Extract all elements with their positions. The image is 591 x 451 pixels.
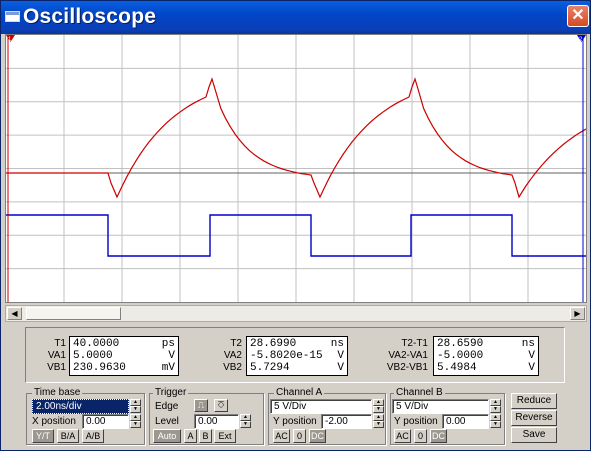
va2-unit: V xyxy=(337,350,344,362)
channel-a-zero-button[interactable]: 0 xyxy=(293,429,306,443)
t21-unit: ns xyxy=(521,338,535,350)
xpos-field[interactable]: 0.00 xyxy=(82,414,129,429)
xpos-spinner[interactable]: ▲ ▼ xyxy=(130,414,141,429)
reduce-button[interactable]: Reduce xyxy=(511,393,557,409)
scope-display: 1 2 xyxy=(6,35,587,302)
scroll-thumb[interactable] xyxy=(26,307,121,320)
readout-t2-box: 28.6990 ns -5.8020e-15 V 5.7294 V xyxy=(246,336,348,376)
spin-up-icon[interactable]: ▲ xyxy=(373,399,384,406)
spin-down-icon[interactable]: ▼ xyxy=(130,421,141,428)
va1-value: 5.0000 xyxy=(73,350,113,362)
spin-up-icon[interactable]: ▲ xyxy=(490,399,501,406)
t2-unit: ns xyxy=(330,338,344,350)
spin-down-icon[interactable]: ▼ xyxy=(490,406,501,413)
edge-label: Edge xyxy=(155,401,179,412)
mode-ab-button[interactable]: A/B xyxy=(82,429,104,443)
channel-b-ypos-field[interactable]: 0.00 xyxy=(442,414,489,429)
window-title: Oscilloscope xyxy=(23,5,157,28)
va21-value: -5.0000 xyxy=(437,350,484,362)
level-label: Level xyxy=(155,416,179,427)
falling-edge-icon[interactable]: ⎏ xyxy=(214,399,228,412)
oscilloscope-window: Oscilloscope ✕ 1 2 ◀ ▶ T1 VA1 VB1 40.000… xyxy=(0,0,591,451)
va2-value: -5.8020e-15 xyxy=(250,350,323,362)
scroll-left-arrow-icon[interactable]: ◀ xyxy=(7,307,22,320)
readout-panel: T1 VA1 VB1 40.0000 ps 5.0000 V 230.9630 mV … xyxy=(25,327,565,383)
va1-unit: V xyxy=(168,350,175,362)
channel-b-dc-button[interactable]: DC xyxy=(430,429,447,443)
vb21-label: VB2-VB1 xyxy=(386,362,428,373)
t2-label: T2 xyxy=(230,338,242,349)
spin-up-icon[interactable]: ▲ xyxy=(240,414,251,421)
scroll-right-arrow-icon[interactable]: ▶ xyxy=(570,307,585,320)
vb1-value: 230.9630 xyxy=(73,362,126,374)
channel-b-title: Channel B xyxy=(394,387,445,398)
spin-up-icon[interactable]: ▲ xyxy=(130,399,141,406)
vb2-value: 5.7294 xyxy=(250,362,290,374)
channel-b-scale-field[interactable]: 5 V/Div xyxy=(392,399,489,414)
title-bar[interactable]: Oscilloscope ✕ xyxy=(1,1,590,34)
spin-down-icon[interactable]: ▼ xyxy=(490,421,501,428)
vb1-label: VB1 xyxy=(47,362,66,373)
xpos-label: X position xyxy=(32,416,76,427)
rising-edge-icon[interactable]: ⎍ xyxy=(194,399,208,412)
va21-label: VA2-VA1 xyxy=(388,350,428,361)
oscilloscope-screen: 1 2 xyxy=(5,34,587,303)
t21-label: T2-T1 xyxy=(401,338,428,349)
channel-a-ypos-field[interactable]: -2.00 xyxy=(321,414,372,429)
channel-b-ypos-spinner[interactable]: ▲ ▼ xyxy=(490,414,501,429)
close-button[interactable]: ✕ xyxy=(567,5,589,27)
channel-a-ypos-spinner[interactable]: ▲ ▼ xyxy=(373,414,384,429)
vb21-value: 5.4984 xyxy=(437,362,477,374)
trigger-a-button[interactable]: A xyxy=(184,429,197,443)
timebase-title: Time base xyxy=(32,387,83,398)
readout-delta-box: 28.6590 ns -5.0000 V 5.4984 V xyxy=(433,336,539,376)
trigger-b-button[interactable]: B xyxy=(199,429,212,443)
channel-b-ac-button[interactable]: AC xyxy=(394,429,411,443)
va2-label: VA2 xyxy=(223,350,242,361)
horizontal-scrollbar[interactable]: ◀ ▶ xyxy=(5,305,587,322)
reverse-button[interactable]: Reverse xyxy=(511,410,557,426)
readout-t1-box: 40.0000 ps 5.0000 V 230.9630 mV xyxy=(69,336,179,376)
spin-up-icon[interactable]: ▲ xyxy=(373,414,384,421)
mode-ba-button[interactable]: B/A xyxy=(57,429,79,443)
trigger-auto-button[interactable]: Auto xyxy=(153,429,181,443)
window-icon[interactable] xyxy=(5,11,20,22)
channel-a-ac-button[interactable]: AC xyxy=(273,429,290,443)
trigger-level-field[interactable]: 0.00 xyxy=(194,414,239,429)
t1-unit: ps xyxy=(161,338,175,350)
spin-up-icon[interactable]: ▲ xyxy=(490,414,501,421)
vb1-unit: mV xyxy=(161,362,175,374)
timebase-scale-spinner[interactable]: ▲ ▼ xyxy=(130,399,141,414)
t1-value: 40.0000 xyxy=(73,338,120,350)
va1-label: VA1 xyxy=(47,350,66,361)
vb2-unit: V xyxy=(337,362,344,374)
t1-label: T1 xyxy=(54,338,66,349)
channel-a-scale-field[interactable]: 5 V/Div xyxy=(270,399,372,414)
trigger-title: Trigger xyxy=(153,387,189,398)
channel-a-title: Channel A xyxy=(274,387,325,398)
vb2-label: VB2 xyxy=(223,362,242,373)
t21-value: 28.6590 xyxy=(437,338,484,350)
timebase-scale-field[interactable]: 2.00ns/div xyxy=(32,399,129,414)
t2-value: 28.6990 xyxy=(250,338,297,350)
spin-up-icon[interactable]: ▲ xyxy=(130,414,141,421)
channel-b-ypos-label: Y position xyxy=(394,416,438,427)
grid xyxy=(6,35,586,302)
spin-down-icon[interactable]: ▼ xyxy=(130,406,141,413)
channel-a-ypos-label: Y position xyxy=(273,416,317,427)
spin-down-icon[interactable]: ▼ xyxy=(373,406,384,413)
channel-a-scale-spinner[interactable]: ▲ ▼ xyxy=(373,399,384,414)
va21-unit: V xyxy=(528,350,535,362)
channel-a-dc-button[interactable]: DC xyxy=(309,429,326,443)
spin-down-icon[interactable]: ▼ xyxy=(240,421,251,428)
spin-down-icon[interactable]: ▼ xyxy=(373,421,384,428)
channel-b-zero-button[interactable]: 0 xyxy=(414,429,427,443)
save-button[interactable]: Save xyxy=(511,427,557,443)
vb21-unit: V xyxy=(528,362,535,374)
mode-yt-button[interactable]: Y/T xyxy=(32,429,54,443)
trigger-ext-button[interactable]: Ext xyxy=(214,429,236,443)
trigger-level-spinner[interactable]: ▲ ▼ xyxy=(240,414,251,429)
channel-b-scale-spinner[interactable]: ▲ ▼ xyxy=(490,399,501,414)
